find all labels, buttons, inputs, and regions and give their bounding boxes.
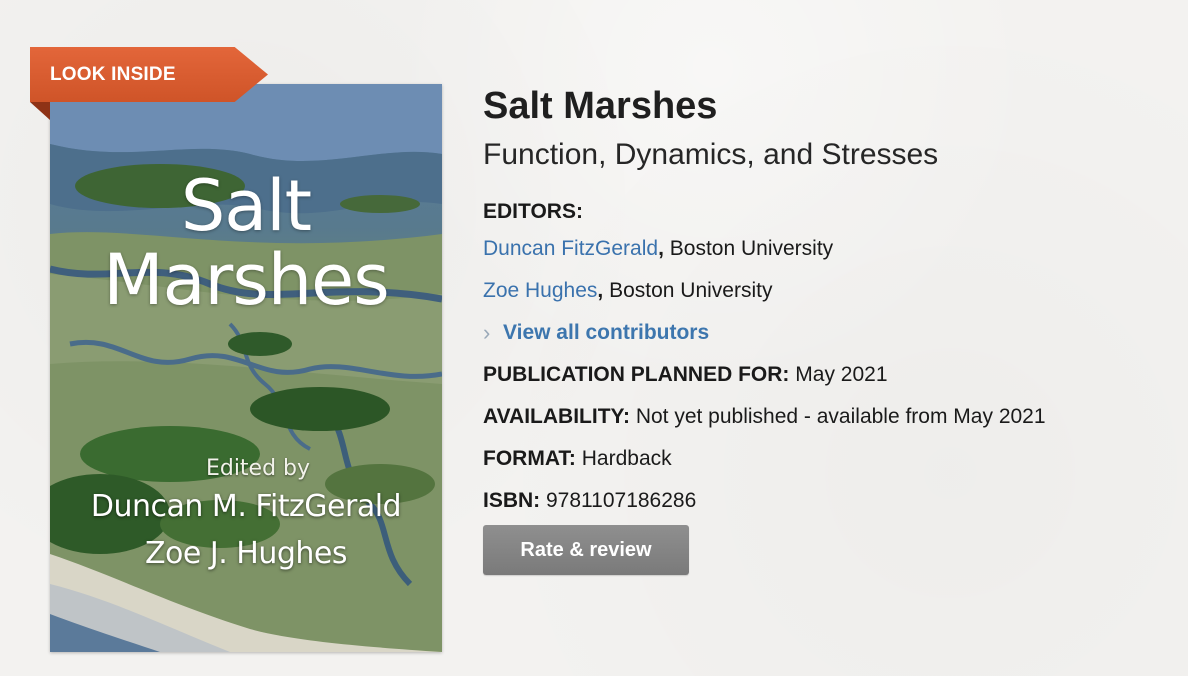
cover-title-line2: Marshes [103,239,389,321]
editor-link-fitzgerald[interactable]: Duncan FitzGerald [483,237,658,260]
editor-affiliation: Boston University [603,279,773,302]
isbn-value: 9781107186286 [540,489,697,512]
publication-date-row: PUBLICATION PLANNED FOR: May 2021 [483,354,1183,396]
view-all-contributors-label: View all contributors [503,321,710,344]
cover-editor-1: Duncan M. FitzGerald [90,489,402,524]
publication-value: May 2021 [789,363,888,386]
format-value: Hardback [575,447,672,470]
editor-affiliation: Boston University [663,237,834,260]
look-inside-ribbon[interactable]: LOOK INSIDE [30,47,268,102]
format-label: FORMAT: [483,447,576,470]
cover-editor-2: Zoe J. Hughes [144,536,348,571]
rate-review-button[interactable]: Rate & review [483,525,689,575]
availability-label: AVAILABILITY: [483,405,630,428]
cover-title-line1: Salt [180,165,312,247]
isbn-label: ISBN: [483,489,541,512]
chevron-right-icon: › [483,320,491,345]
book-subtitle: Function, Dynamics, and Stresses [483,138,939,171]
ribbon-fold [30,102,50,120]
isbn-row: ISBN: 9781107186286 [483,480,1183,522]
book-title: Salt Marshes [483,85,718,127]
format-row: FORMAT: Hardback [483,438,1183,480]
view-all-contributors-link[interactable]: › View all contributors [483,312,1183,354]
editor-row: Zoe Hughes, Boston University [483,270,1183,312]
availability-row: AVAILABILITY: Not yet published - availa… [483,396,1183,438]
availability-value: Not yet published - available from May 2… [629,405,1046,428]
book-cover-image[interactable]: Salt Marshes Edited by Duncan M. FitzGer… [50,84,442,652]
editor-link-hughes[interactable]: Zoe Hughes [483,279,597,302]
publication-label: PUBLICATION PLANNED FOR: [483,363,790,386]
cover-edited-by: Edited by [205,456,311,481]
book-details: Salt Marshes Function, Dynamics, and Str… [483,82,1183,575]
editor-row: Duncan FitzGerald, Boston University [483,228,1183,270]
editors-label: EDITORS: [483,200,583,223]
